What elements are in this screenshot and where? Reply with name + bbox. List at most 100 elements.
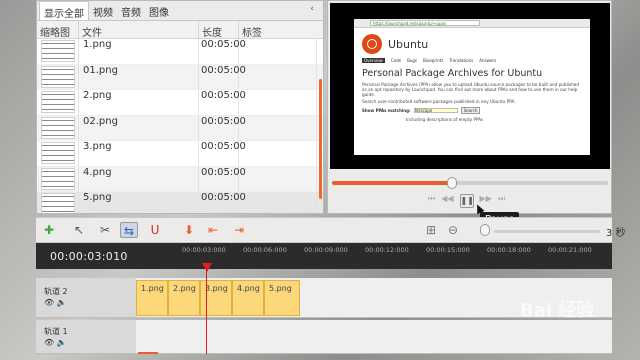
- thumbnail: [37, 192, 79, 213]
- file-tags: [239, 90, 317, 115]
- column-file[interactable]: 文件: [79, 21, 199, 39]
- ruler-tick-label: 00:00:18:000: [487, 246, 531, 254]
- column-tags[interactable]: 标签: [239, 21, 317, 39]
- ruler-tick-label: 00:00:06:000: [243, 246, 287, 254]
- timeline-clip[interactable]: 2.png: [168, 280, 200, 316]
- web-checkbox-label: Including descriptions of empty PPAs: [406, 117, 484, 122]
- file-tags: [239, 115, 317, 140]
- add-track-icon[interactable]: ✚: [40, 222, 58, 238]
- web-search-button: Search: [460, 107, 481, 114]
- ruler-tick-label: 00:00:03:000: [182, 246, 226, 254]
- seek-progress: [332, 181, 454, 185]
- browser-address-bar: https://launchpad.net/ubuntu/+ppas: [354, 19, 590, 28]
- next-marker-icon[interactable]: ⇥: [230, 222, 248, 238]
- preview-frame-webpage: https://launchpad.net/ubuntu/+ppas Ubunt…: [354, 19, 590, 155]
- timeline-clip[interactable]: 1.png: [136, 280, 168, 316]
- playhead-handle[interactable]: [202, 263, 212, 272]
- add-marker-icon[interactable]: ⬇: [180, 222, 198, 238]
- column-thumbnail[interactable]: 缩略图: [37, 21, 79, 39]
- file-length: 00:05:00: [199, 39, 246, 64]
- rewind-icon[interactable]: ◀◀: [441, 194, 453, 208]
- seek-handle[interactable]: [447, 177, 458, 189]
- zoom-slider[interactable]: [494, 230, 600, 233]
- web-nav-item: Answers: [479, 58, 497, 63]
- thumbnail: [37, 141, 79, 166]
- skip-end-icon[interactable]: ⏭: [498, 194, 505, 208]
- web-title: Personal Package Archives for Ubuntu: [362, 68, 543, 79]
- zoom-handle[interactable]: [480, 224, 490, 236]
- tab-audio[interactable]: 音频: [117, 1, 145, 20]
- skip-start-icon[interactable]: ⏮: [428, 194, 435, 208]
- list-item[interactable]: 3.png 00:05:00: [37, 141, 323, 167]
- track-area[interactable]: [136, 320, 612, 353]
- web-nav-item: Blueprints: [423, 58, 444, 63]
- file-length: 00:05:00: [199, 192, 246, 213]
- tab-image[interactable]: 图像: [145, 1, 173, 20]
- file-length: 00:05:00: [199, 115, 246, 140]
- timeline-ruler[interactable]: 00:00:03:010 00:00:03:000 00:00:06:000 0…: [36, 243, 612, 269]
- preview-panel: https://launchpad.net/ubuntu/+ppas Ubunt…: [327, 0, 612, 214]
- web-search-label: Show PPAs matching:: [362, 108, 411, 113]
- seek-slider[interactable]: [332, 177, 608, 189]
- library-tabs: 显示全部 视频 音频 图像: [37, 1, 323, 21]
- file-length: 00:05:00: [199, 90, 246, 115]
- track-name: 轨道 1: [44, 327, 68, 336]
- pointer-tool-icon[interactable]: ↖: [70, 222, 88, 238]
- file-name: 2.png: [79, 90, 199, 115]
- thumbnail: [37, 64, 79, 89]
- file-tags: [239, 39, 317, 64]
- file-tags: [239, 166, 317, 191]
- chevron-left-icon[interactable]: ‹: [305, 4, 319, 16]
- center-timeline-icon[interactable]: ⊞: [422, 222, 440, 238]
- list-item[interactable]: 5.png 00:05:00: [37, 192, 323, 213]
- file-name: 02.png: [79, 115, 199, 140]
- web-nav-item: Code: [390, 58, 402, 63]
- pause-button[interactable]: ❚❚: [459, 194, 474, 208]
- ruler-tick-label: 00:00:15:000: [426, 246, 470, 254]
- razor-tool-icon[interactable]: ✂: [96, 222, 114, 238]
- library-file-list: 1.png 00:05:00 01.png 00:05:00 2.png 00:…: [37, 39, 323, 213]
- browser-url: https://launchpad.net/ubuntu/+ppas: [370, 20, 480, 26]
- watermark: Bai 经验: [520, 300, 595, 321]
- thumbnail: [37, 90, 79, 115]
- file-tags: [239, 64, 317, 89]
- eye-icon[interactable]: 👁: [44, 338, 54, 347]
- tab-video[interactable]: 视频: [89, 1, 117, 20]
- library-scrollbar[interactable]: [319, 79, 322, 199]
- list-item[interactable]: 1.png 00:05:00: [37, 39, 323, 65]
- file-name: 4.png: [79, 166, 199, 191]
- thumbnail: [37, 39, 79, 64]
- eye-icon[interactable]: 👁: [44, 298, 54, 307]
- magnet-icon[interactable]: U: [146, 222, 164, 238]
- tab-show-all[interactable]: 显示全部: [39, 1, 89, 20]
- web-nav: Overview Code Bugs Blueprints Translatio…: [354, 56, 590, 65]
- track-1[interactable]: 轨道 1 👁 🔈: [36, 320, 612, 354]
- playhead-line: [206, 270, 207, 354]
- transport-controls: ⏮ ◀◀ ❚❚ ▶▶ ⏭: [428, 194, 505, 208]
- file-tags: [239, 141, 317, 166]
- list-item[interactable]: 01.png 00:05:00: [37, 64, 323, 90]
- list-item[interactable]: 02.png 00:05:00: [37, 115, 323, 141]
- web-nav-item: Overview: [362, 58, 385, 63]
- list-item[interactable]: 4.png 00:05:00: [37, 166, 323, 192]
- timeline-clip[interactable]: 3.png: [200, 280, 232, 316]
- zoom-label: 3 秒: [606, 228, 626, 239]
- timeline-clip[interactable]: 4.png: [232, 280, 264, 316]
- web-search-input: Inkscape: [413, 108, 458, 113]
- file-name: 01.png: [79, 64, 199, 89]
- web-paragraph: Search user-contributed software package…: [362, 99, 516, 104]
- ruler-tick-label: 00:00:21:000: [548, 246, 592, 254]
- timeline-clip[interactable]: 5.png: [264, 280, 300, 316]
- web-nav-item: Bugs: [407, 58, 417, 63]
- library-column-header: 缩略图 文件 长度 标签: [37, 21, 323, 39]
- zoom-out-icon[interactable]: ⊖: [444, 222, 462, 238]
- speaker-icon[interactable]: 🔈: [57, 338, 67, 347]
- web-nav-item: Translations: [449, 58, 474, 63]
- speaker-icon[interactable]: 🔈: [57, 298, 67, 307]
- file-name: 3.png: [79, 141, 199, 166]
- list-item[interactable]: 2.png 00:05:00: [37, 90, 323, 116]
- snap-tool-icon[interactable]: ⇆: [120, 222, 138, 238]
- file-name: 1.png: [79, 39, 199, 64]
- column-length[interactable]: 长度: [199, 21, 239, 39]
- previous-marker-icon[interactable]: ⇤: [204, 222, 222, 238]
